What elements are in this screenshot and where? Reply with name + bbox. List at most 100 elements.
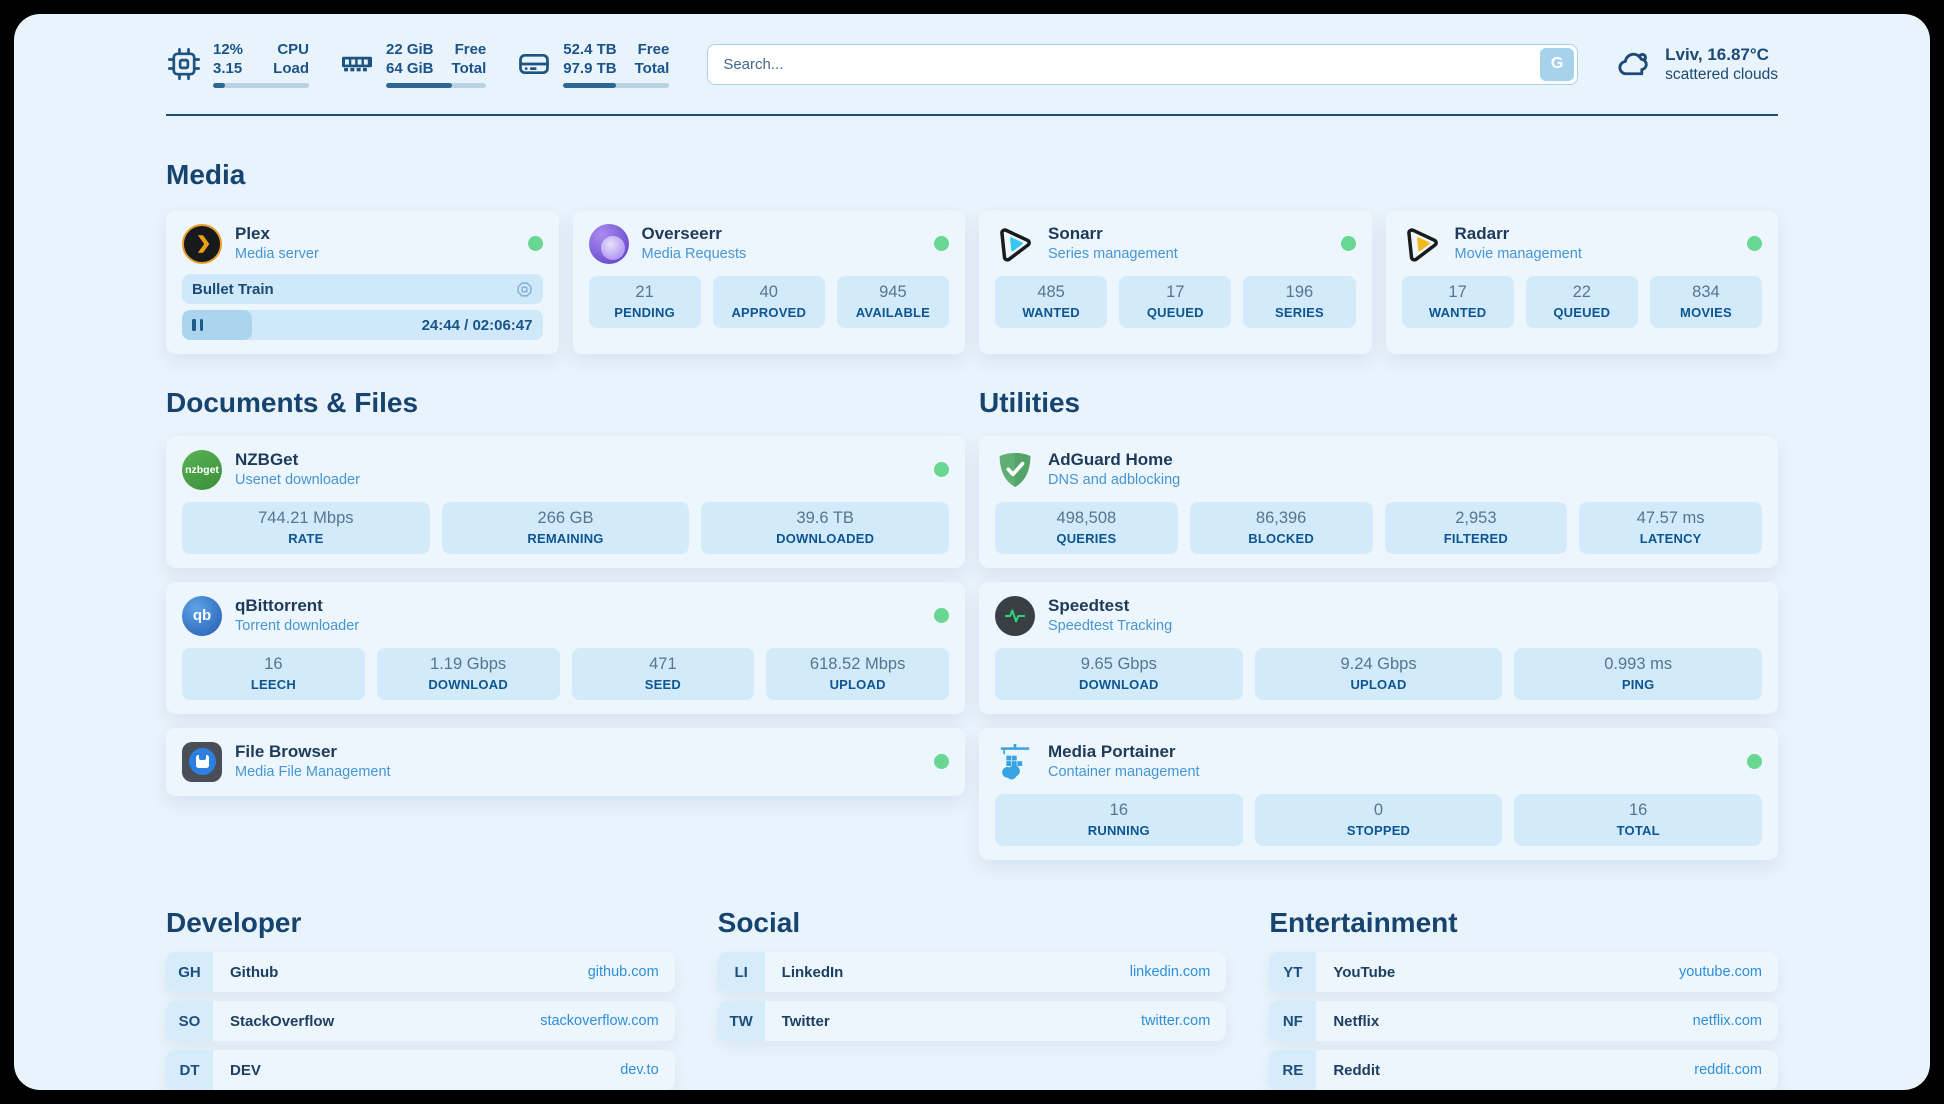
stat-label: WANTED [997,305,1105,321]
link-url[interactable]: twitter.com [1141,1013,1210,1029]
session-settings-icon[interactable] [516,281,533,298]
app-name: Speedtest [1048,595,1172,616]
app-card-adguard[interactable]: AdGuard Home DNS and adblocking 498,508 … [979,436,1778,568]
stat-value: 16 [1516,800,1760,821]
disk-total-label: Total [635,59,670,78]
stat-value: 21 [591,282,699,303]
weather-location-temp: Lviv, 16.87°C [1665,44,1778,65]
link-row-linkedin[interactable]: LI LinkedIn linkedin.com [718,952,1227,992]
stat-value: 2,953 [1387,508,1566,529]
link-row-github[interactable]: GH Github github.com [166,952,675,992]
stat-value: 47.57 ms [1581,508,1760,529]
stat-label: SERIES [1245,305,1353,321]
stat-tile: 0.993 ms PING [1514,648,1762,700]
stat-value: 498,508 [997,508,1176,529]
portainer-stats: 16 RUNNING 0 STOPPED 16 TOTAL [995,794,1762,846]
qbittorrent-stats: 16 LEECH 1.19 Gbps DOWNLOAD 471 SEED 6 [182,648,949,700]
plex-icon [182,224,222,264]
link-url[interactable]: linkedin.com [1130,964,1211,980]
link-tag: YT [1269,952,1316,992]
radarr-icon [1402,224,1442,264]
pause-icon [192,319,196,331]
app-card-overseerr[interactable]: Overseerr Media Requests 21 PENDING 40 A… [573,210,966,354]
overseerr-header: Overseerr Media Requests [589,223,950,264]
disk-free-label: Free [635,40,670,59]
overseerr-eye [601,236,625,260]
stat-label: LATENCY [1581,531,1760,547]
app-card-portainer[interactable]: Media Portainer Container management 16 … [979,728,1778,860]
sonarr-titles: Sonarr Series management [1048,223,1178,264]
adguard-titles: AdGuard Home DNS and adblocking [1048,449,1180,490]
social-section: Social LI LinkedIn linkedin.com TW Twitt… [718,906,1227,1090]
stat-tile: 196 SERIES [1243,276,1355,328]
app-subtitle: Series management [1048,245,1178,264]
stat-tile: 17 QUEUED [1119,276,1231,328]
adguard-stats: 498,508 QUERIES 86,396 BLOCKED 2,953 FIL… [995,502,1762,554]
app-card-speedtest[interactable]: Speedtest Speedtest Tracking 9.65 Gbps D… [979,582,1778,714]
radarr-titles: Radarr Movie management [1455,223,1582,264]
stat-tile: 40 APPROVED [713,276,825,328]
stat-value: 485 [997,282,1105,303]
stat-label: RATE [184,531,428,547]
stat-label: SEED [574,677,753,693]
stat-tile: 498,508 QUERIES [995,502,1178,554]
status-dot [528,236,543,251]
app-name: Plex [235,223,319,244]
status-dot [1341,236,1356,251]
app-card-sonarr[interactable]: Sonarr Series management 485 WANTED 17 Q… [979,210,1372,354]
app-card-filebrowser[interactable]: File Browser Media File Management [166,728,965,796]
dashboard-panel: 12% 3.15 CPU Load [14,14,1930,1090]
speedtest-stats: 9.65 Gbps DOWNLOAD 9.24 Gbps UPLOAD 0.99… [995,648,1762,700]
app-card-radarr[interactable]: Radarr Movie management 17 WANTED 22 QUE… [1386,210,1779,354]
link-row-reddit[interactable]: RE Reddit reddit.com [1269,1050,1778,1090]
app-subtitle: Usenet downloader [235,471,360,490]
qbittorrent-titles: qBittorrent Torrent downloader [235,595,359,636]
link-row-stackoverflow[interactable]: SO StackOverflow stackoverflow.com [166,1001,675,1041]
link-url[interactable]: netflix.com [1693,1013,1762,1029]
link-name: Reddit [1333,1062,1380,1079]
stat-value: 618.52 Mbps [768,654,947,675]
player-progress[interactable] [182,310,252,340]
status-dot [934,462,949,477]
link-row-youtube[interactable]: YT YouTube youtube.com [1269,952,1778,992]
app-name: Overseerr [642,223,747,244]
media-grid: Plex Media server Bullet Train 24:44 / 0… [166,210,1778,354]
disk-progress-fill [563,83,616,88]
overseerr-stats: 21 PENDING 40 APPROVED 945 AVAILABLE [589,276,950,328]
section-title-entertainment: Entertainment [1269,906,1778,940]
link-row-twitter[interactable]: TW Twitter twitter.com [718,1001,1227,1041]
portainer-header: Media Portainer Container management [995,741,1762,782]
search-input[interactable] [707,44,1578,85]
stat-label: UPLOAD [1257,677,1501,693]
link-url[interactable]: dev.to [620,1062,658,1078]
speedtest-titles: Speedtest Speedtest Tracking [1048,595,1172,636]
app-card-nzbget[interactable]: nzbget NZBGet Usenet downloader 744.21 M… [166,436,965,568]
link-row-dev[interactable]: DT DEV dev.to [166,1050,675,1090]
status-dot [934,236,949,251]
link-url[interactable]: github.com [588,964,659,980]
section-title-utilities: Utilities [979,386,1778,420]
sonarr-icon [995,224,1035,264]
link-tag: DT [166,1050,213,1090]
app-name: AdGuard Home [1048,449,1180,470]
ram-stat: 22 GiB 64 GiB Free Total [339,40,486,88]
stat-tile: 618.52 Mbps UPLOAD [766,648,949,700]
search-engine-button[interactable]: G [1540,48,1574,81]
section-title-media: Media [166,158,1778,192]
stat-tile: 9.65 Gbps DOWNLOAD [995,648,1243,700]
link-url[interactable]: stackoverflow.com [540,1013,658,1029]
link-row-netflix[interactable]: NF Netflix netflix.com [1269,1001,1778,1041]
cpu-progress-track [213,83,309,88]
app-card-qbittorrent[interactable]: qb qBittorrent Torrent downloader 16 LEE… [166,582,965,714]
cpu-progress-fill [213,83,225,88]
stat-label: TOTAL [1516,823,1760,839]
adguard-header: AdGuard Home DNS and adblocking [995,449,1762,490]
disk-stat-block: 52.4 TB 97.9 TB Free Total [563,40,669,88]
stat-tile: 471 SEED [572,648,755,700]
link-url[interactable]: youtube.com [1679,964,1762,980]
app-card-plex[interactable]: Plex Media server Bullet Train 24:44 / 0… [166,210,559,354]
search-bar: G [707,44,1578,85]
link-url[interactable]: reddit.com [1694,1062,1762,1078]
developer-section: Developer GH Github github.com SO StackO… [166,906,675,1090]
stat-label: LEECH [184,677,363,693]
